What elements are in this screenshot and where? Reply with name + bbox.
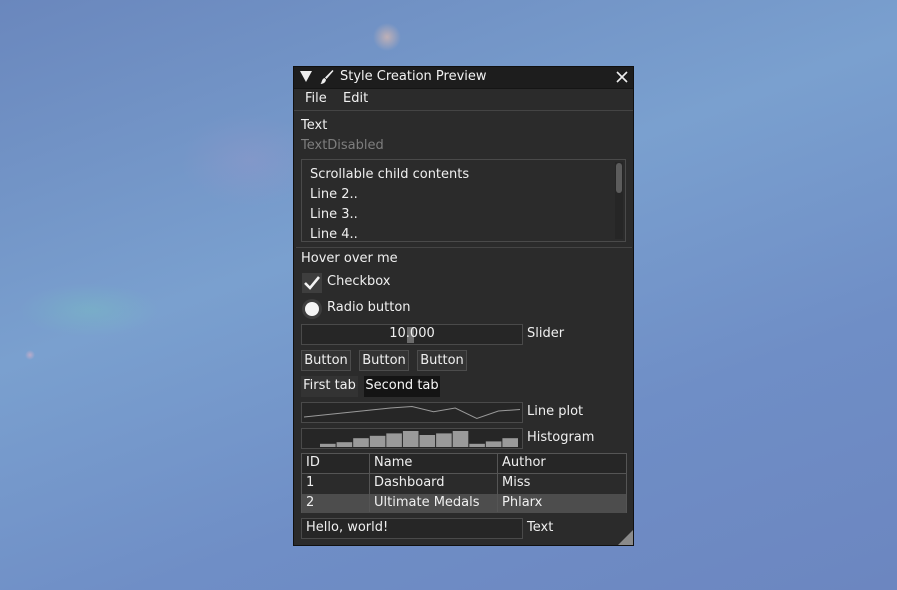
child-line: Line 2.. [310,187,358,202]
radio-button[interactable] [302,299,322,319]
histogram-graph [320,431,518,447]
child-line: Line 3.. [310,207,358,222]
tab-second[interactable]: Second tab [364,376,440,397]
data-table: ID Name Author 1 Dashboard Miss 2 Ultima… [301,453,627,513]
window-title: Style Creation Preview [340,69,487,84]
header-id[interactable]: ID [306,455,320,470]
close-icon[interactable] [615,69,629,85]
table-header: ID Name Author [302,454,626,474]
text-input-value[interactable]: Hello, world! [306,520,388,535]
histogram-bar [386,433,402,447]
table-row[interactable]: 1 Dashboard Miss [302,474,626,494]
column-divider[interactable] [497,454,498,512]
text-normal: Text [301,118,328,133]
table-row[interactable]: 2 Ultimate Medals Phlarx [302,494,626,513]
collapse-triangle-icon[interactable] [300,71,312,82]
slider[interactable]: 10.000 [301,324,523,345]
cell-author: Phlarx [502,495,543,510]
text-disabled: TextDisabled [301,138,384,153]
child-line: Line 4.. [310,227,358,242]
paintbrush-icon [320,70,334,84]
slider-label: Slider [527,326,565,341]
histogram-bar [369,435,386,447]
header-name[interactable]: Name [374,455,412,470]
child-scrollbar[interactable] [615,162,623,239]
line-plot[interactable] [301,402,523,423]
histogram[interactable] [301,428,523,449]
line-plot-graph [303,405,521,420]
histogram-bar [436,433,452,447]
line-plot-series [303,405,521,420]
button-3[interactable]: Button [417,350,467,371]
histogram-bar [469,443,485,447]
button-1[interactable]: Button [301,350,351,371]
menu-edit[interactable]: Edit [343,91,368,106]
button-2[interactable]: Button [359,350,409,371]
style-preview-window: Style Creation Preview File Edit Text Te… [293,66,634,546]
cell-id: 2 [306,495,315,510]
histogram-bar [353,438,369,447]
cell-name: Ultimate Medals [374,495,480,510]
histogram-bar [402,431,419,447]
histogram-bar [419,435,436,447]
histogram-bar [320,443,336,447]
histogram-label: Histogram [527,430,595,445]
column-divider[interactable] [369,454,370,512]
scrollbar-thumb[interactable] [616,163,622,193]
cell-id: 1 [306,475,315,490]
menu-bar: File Edit [294,89,633,111]
radio-dot [305,302,319,316]
checkbox-label[interactable]: Checkbox [327,274,391,289]
histogram-bar [452,431,469,447]
histogram-bar [336,442,353,447]
text-input-label: Text [527,520,554,535]
scrollable-child[interactable]: Scrollable child contents Line 2.. Line … [301,159,626,242]
title-bar[interactable]: Style Creation Preview [294,67,633,89]
cell-author: Miss [502,475,531,490]
resize-grip-icon[interactable] [618,530,633,545]
child-line: Scrollable child contents [310,167,470,182]
line-plot-label: Line plot [527,404,584,419]
histogram-bar [502,438,518,447]
separator [296,247,632,248]
cell-name: Dashboard [374,475,445,490]
checkmark-icon [304,276,321,290]
slider-value: 10.000 [389,326,435,341]
text-input[interactable]: Hello, world! [301,518,523,539]
tab-first[interactable]: First tab [301,376,358,397]
histogram-bar [485,441,502,447]
radio-label[interactable]: Radio button [327,300,411,315]
header-author[interactable]: Author [502,455,546,470]
hover-text[interactable]: Hover over me [301,251,398,266]
menu-file[interactable]: File [305,91,327,106]
checkbox[interactable] [302,273,322,293]
